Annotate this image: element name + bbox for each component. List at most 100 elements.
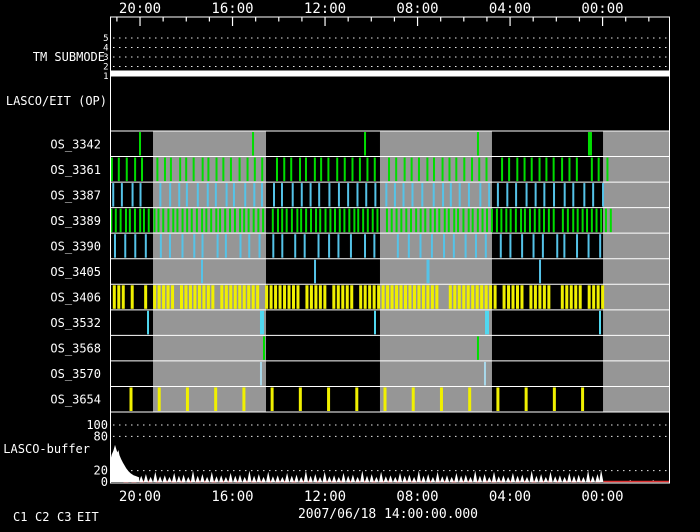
event-tick <box>216 158 218 182</box>
event-tick <box>253 209 255 233</box>
event-tick <box>207 183 209 207</box>
event-tick <box>186 387 189 411</box>
event-tick <box>588 234 590 258</box>
event-tick <box>500 209 502 233</box>
event-bar <box>507 285 510 309</box>
event-tick <box>141 158 143 182</box>
row-label: OS_3389 <box>50 214 101 228</box>
event-tick <box>586 209 588 233</box>
event-tick <box>582 209 584 233</box>
event-tick <box>193 234 195 258</box>
event-tick <box>568 158 570 182</box>
event-tick <box>318 183 320 207</box>
event-tick <box>506 183 508 207</box>
event-bar <box>359 285 362 309</box>
event-tick <box>134 158 136 182</box>
event-tick <box>339 209 341 233</box>
event-tick <box>242 387 245 411</box>
event-bar <box>395 285 398 309</box>
event-tick <box>314 260 316 284</box>
axis-label: 04:00 <box>489 489 531 505</box>
event-tick <box>459 183 461 207</box>
event-tick <box>599 234 601 258</box>
legend-item-eit: EIT <box>77 510 99 524</box>
event-tick <box>167 209 169 233</box>
event-tick <box>442 158 444 182</box>
event-tick <box>374 158 376 182</box>
event-tick <box>139 209 141 233</box>
event-tick <box>391 209 393 233</box>
event-tick <box>162 209 164 233</box>
event-tick <box>157 209 159 233</box>
bottom-axis-labels: 20:00 16:00 12:00 08:00 04:00 00:00 <box>119 489 624 505</box>
event-bar <box>193 285 196 309</box>
event-tick <box>478 158 480 182</box>
event-tick <box>426 158 428 182</box>
event-bar <box>364 285 367 309</box>
event-tick <box>592 183 594 207</box>
event-tick <box>438 209 440 233</box>
event-tick <box>471 158 473 182</box>
event-bar <box>158 285 161 309</box>
event-tick <box>140 183 142 207</box>
event-tick <box>121 183 123 207</box>
event-tick <box>247 158 249 182</box>
event-tick <box>337 234 339 258</box>
event-bar <box>252 285 255 309</box>
event-tick <box>385 183 387 207</box>
event-bar <box>189 285 192 309</box>
event-bar <box>288 285 291 309</box>
event-tick <box>281 209 283 233</box>
event-tick <box>488 183 490 207</box>
event-bar <box>256 285 259 309</box>
event-tick <box>160 234 162 258</box>
event-tick <box>281 234 283 258</box>
event-tick <box>411 183 413 207</box>
event-tick <box>202 234 204 258</box>
event-tick <box>553 209 555 233</box>
event-tick <box>215 183 217 207</box>
axis-label: 20:00 <box>119 1 161 17</box>
event-tick <box>129 209 131 233</box>
event-tick <box>453 209 455 233</box>
event-tick <box>225 234 227 258</box>
event-tick <box>296 209 298 233</box>
event-tick <box>497 183 499 207</box>
event-tick <box>394 183 396 207</box>
axis-label: 16:00 <box>211 489 253 505</box>
event-tick <box>524 158 526 182</box>
event-tick <box>525 387 528 411</box>
event-tick <box>334 209 336 233</box>
event-tick <box>455 158 457 182</box>
event-tick <box>538 209 540 233</box>
event-bar <box>220 285 223 309</box>
event-tick <box>465 234 467 258</box>
event-tick <box>553 183 555 207</box>
event-tick <box>477 209 479 233</box>
row-label: OS_3532 <box>50 316 101 330</box>
event-bar <box>314 285 317 309</box>
event-bar <box>503 285 506 309</box>
event-tick <box>485 311 489 335</box>
event-tick <box>496 209 498 233</box>
event-tick <box>134 234 136 258</box>
event-tick <box>193 158 195 182</box>
event-bar <box>337 285 340 309</box>
event-bar <box>180 285 183 309</box>
event-tick <box>347 183 349 207</box>
event-tick <box>169 183 171 207</box>
event-tick <box>244 183 246 207</box>
date-label: 2007/06/18 14:00:00.000 <box>298 507 478 522</box>
event-bar <box>274 285 277 309</box>
event-tick <box>276 158 278 182</box>
y-tick-label: 3 <box>103 53 108 63</box>
event-bar <box>574 285 577 309</box>
event-tick <box>299 387 302 411</box>
axis-label: 08:00 <box>396 489 438 505</box>
event-tick <box>496 387 499 411</box>
event-tick <box>430 209 432 233</box>
event-bar <box>171 285 174 309</box>
legend-item-c1: C1 <box>13 510 27 524</box>
event-tick <box>591 158 593 182</box>
event-tick <box>261 158 263 182</box>
